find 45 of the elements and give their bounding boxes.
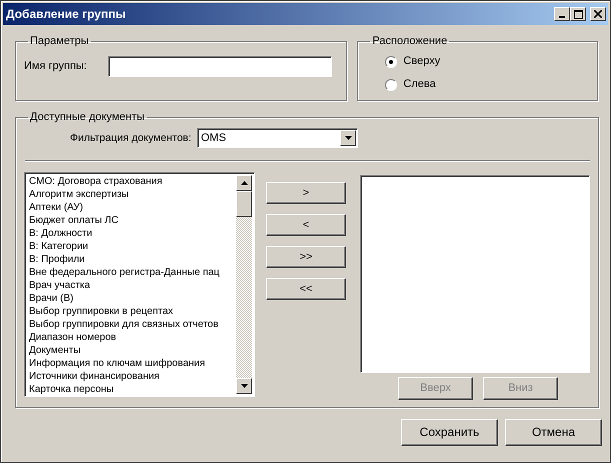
radio-button[interactable] xyxy=(385,56,398,68)
transfer-button[interactable]: < xyxy=(266,214,346,236)
list-item[interactable]: Алгоритм экспертизы xyxy=(27,188,236,201)
list-item[interactable]: СМО: Договора страхования xyxy=(27,175,236,188)
maximize-icon xyxy=(574,10,582,18)
list-item[interactable]: Выбор группировки в рецептах xyxy=(27,305,236,318)
list-item[interactable]: Документы xyxy=(27,344,236,357)
field-label: Имя группы: xyxy=(24,60,88,73)
minimize-button[interactable] xyxy=(554,7,570,21)
radio-button[interactable] xyxy=(385,78,398,90)
close-icon xyxy=(594,10,602,18)
available-documents-list[interactable] xyxy=(24,172,255,397)
scroll-thumb[interactable] xyxy=(236,191,252,217)
list-item[interactable]: Выбор группировки для связных отчетов xyxy=(27,318,236,331)
list-item[interactable]: Источники финансирования xyxy=(27,370,236,383)
transfer-button[interactable]: << xyxy=(266,278,346,300)
group-title: Доступные документы xyxy=(29,111,146,124)
group-title: Расположение xyxy=(371,35,448,48)
window-title: Добавление группы xyxy=(6,8,127,20)
list-item[interactable]: Врачи (В) xyxy=(27,292,236,305)
transfer-button[interactable]: > xyxy=(266,182,346,204)
dialog-button[interactable]: Сохранить xyxy=(401,419,498,446)
list-item[interactable]: Вне федерального регистра-Данные пац xyxy=(27,266,236,279)
transfer-button[interactable]: >> xyxy=(266,246,346,268)
list-item[interactable]: Аптеки (АУ) xyxy=(27,201,236,214)
list-item[interactable]: В: Профили xyxy=(27,253,236,266)
field-label: Фильтрация документов: xyxy=(70,132,192,144)
scroll-down-icon[interactable] xyxy=(236,378,252,394)
list-item[interactable]: В: Категории xyxy=(27,240,236,253)
list-item[interactable]: Карточка персоны xyxy=(27,383,236,394)
list-item[interactable]: Бюджет оплаты ЛС xyxy=(27,214,236,227)
list-item[interactable]: Информация по ключам шифрования xyxy=(27,357,236,370)
group-title: Параметры xyxy=(29,35,90,48)
list-item[interactable]: Диапазон номеров xyxy=(27,331,236,344)
radio-label[interactable]: Сверху xyxy=(403,55,440,68)
dialog-button[interactable]: Отмена xyxy=(505,419,602,446)
list-item[interactable]: В: Должности xyxy=(27,227,236,240)
list-item[interactable]: Врач участка xyxy=(27,279,236,292)
close-button[interactable] xyxy=(590,7,606,21)
scrollbar[interactable] xyxy=(236,175,252,394)
radio-label[interactable]: Слева xyxy=(403,78,436,91)
group-name-field[interactable] xyxy=(108,56,332,77)
scroll-up-icon[interactable] xyxy=(236,175,252,191)
filter-dropdown[interactable]: OMS xyxy=(197,128,358,148)
maximize-button[interactable] xyxy=(570,7,586,21)
